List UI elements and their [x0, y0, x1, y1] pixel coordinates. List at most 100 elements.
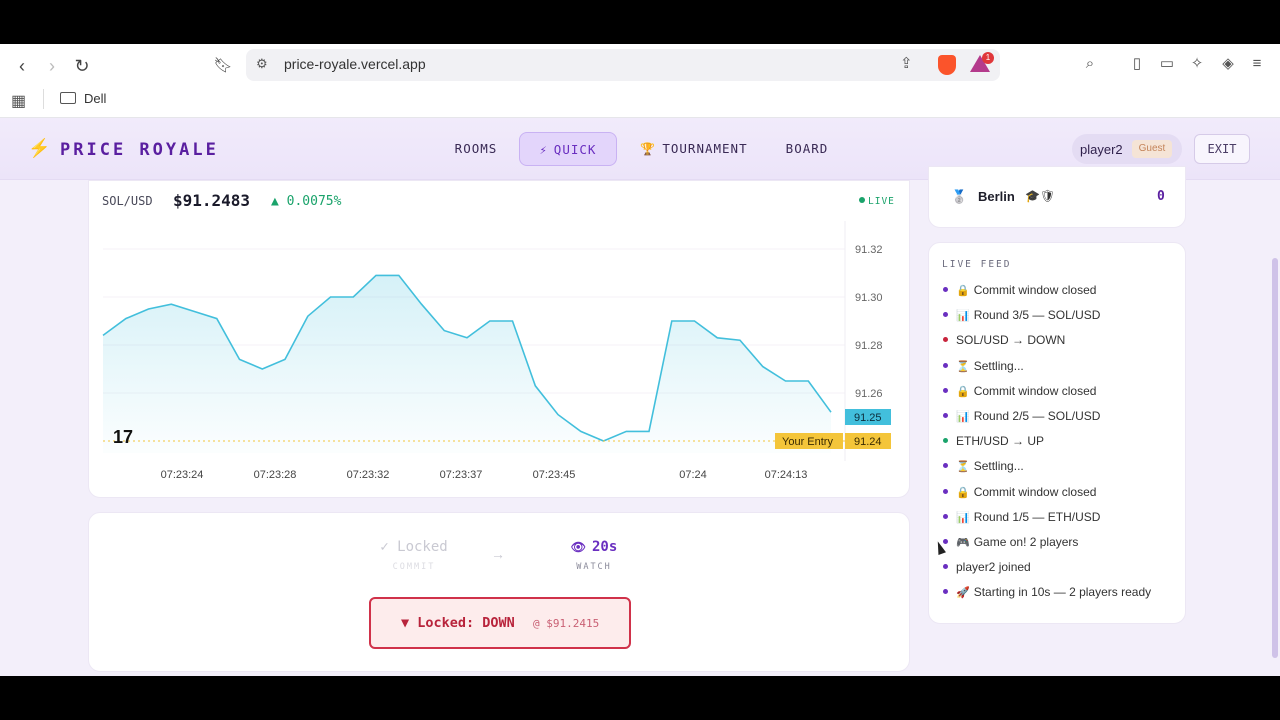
- forward-icon[interactable]: ›: [40, 54, 64, 78]
- x-tick-label: 07:24: [679, 469, 707, 481]
- feed-dot: [943, 564, 948, 570]
- feed-text: player2 joined: [956, 560, 1031, 574]
- medal-icon: 🥈: [951, 189, 968, 204]
- back-icon[interactable]: ‹: [10, 54, 34, 78]
- price-chart[interactable]: 91.32 91.30 91.28 91.26 91.25 Your Entry 91.24…: [89, 221, 909, 497]
- player-name: Berlin: [978, 189, 1015, 204]
- wallet-icon[interactable]: ▭: [1157, 54, 1177, 74]
- feed-text: 🚀 Starting in 10s — 2 players ready: [956, 585, 1151, 599]
- locked-price: @ $91.2415: [533, 617, 600, 630]
- live-dot: [859, 197, 865, 203]
- feed-message: Game on! 2 players: [973, 534, 1079, 549]
- feed-message: Settling...: [973, 358, 1024, 373]
- feed-item: ⏳ Settling...: [941, 359, 1181, 384]
- y-tick-label: 91.30: [855, 292, 883, 304]
- exit-button[interactable]: EXIT: [1194, 134, 1250, 164]
- ranking-card: 🥈 Berlin 🎓🛡 0: [928, 166, 1186, 228]
- player-score: 0: [1157, 189, 1165, 204]
- feed-text: 📊 Round 1/5 — ETH/USD: [956, 510, 1100, 524]
- price-area: [103, 275, 831, 453]
- feed-dot: [943, 337, 948, 343]
- username: player2: [1080, 142, 1123, 157]
- letterbox-top: [0, 0, 1280, 44]
- watch-step: 👁 20s WATCH: [549, 539, 639, 572]
- brave-shield-icon[interactable]: [938, 55, 956, 75]
- feed-text: 🔒 Commit window closed: [956, 384, 1096, 398]
- x-tick-label: 07:23:24: [161, 469, 204, 481]
- commit-step-label: ✓ Locked: [380, 539, 448, 555]
- feed-item: ⏳ Settling...: [941, 459, 1181, 484]
- feed-text: ⏳ Settling...: [956, 359, 1024, 373]
- folder-icon[interactable]: [60, 92, 76, 104]
- commit-step-sub: COMMIT: [392, 562, 436, 572]
- feed-message: Round 2/5 — SOL/USD: [973, 408, 1101, 423]
- app-viewport: ⚡ PRICE ROYALE ROOMS ⚡ QUICK 🏆 TOURNAMENT …: [0, 118, 1280, 676]
- menu-icon[interactable]: ≡: [1247, 54, 1267, 74]
- feed-text: 🎮 Game on! 2 players: [956, 535, 1078, 549]
- feed-dot: [943, 412, 948, 418]
- feed-dot: [943, 287, 948, 292]
- address-bar[interactable]: ⚙ price-royale.vercel.app ⇪ 1: [246, 49, 1000, 81]
- feed-emoji-icon: 🔒: [956, 385, 970, 398]
- y-tick-label: 91.28: [855, 340, 883, 352]
- tab-board[interactable]: BOARD: [778, 132, 836, 166]
- tab-quick-label: QUICK: [553, 142, 597, 157]
- site-settings-icon[interactable]: ⚙: [256, 56, 268, 72]
- feed-item: ETH/USD → UP: [941, 434, 1181, 459]
- apps-grid-icon[interactable]: ▦: [11, 91, 26, 111]
- tab-rooms-label: ROOMS: [454, 141, 498, 156]
- user-pill[interactable]: player2 Guest: [1072, 134, 1182, 164]
- tab-search-icon[interactable]: ⌕: [1080, 54, 1100, 74]
- watch-step-sub: WATCH: [576, 562, 612, 572]
- watch-timer: 20s: [591, 539, 618, 555]
- feed-item: SOL/USD → DOWN: [941, 333, 1181, 358]
- feed-emoji-icon: 📊: [956, 511, 970, 524]
- feed-item: 🎮 Game on! 2 players: [941, 535, 1181, 560]
- sidebar-icon[interactable]: ▯: [1127, 54, 1147, 74]
- feed-item: 📊 Round 3/5 — SOL/USD: [941, 308, 1181, 333]
- feed-dot: [943, 463, 948, 469]
- step-arrow: →: [491, 546, 505, 562]
- feed-message: Settling...: [973, 459, 1024, 474]
- feed-emoji-icon: 🎮: [956, 536, 970, 549]
- bolt-icon: ⚡: [539, 143, 548, 157]
- bookmark-icon[interactable]: 🔖︎: [211, 54, 235, 78]
- rewards-badge: 1: [982, 52, 994, 64]
- watch-step-label: 👁 20s: [549, 539, 639, 555]
- share-icon[interactable]: ⇪: [900, 54, 913, 72]
- feed-text: ⏳ Settling...: [956, 459, 1024, 473]
- commit-card: ✓ Locked COMMIT → 👁 20s WATCH ▼ Locked: D…: [88, 512, 910, 672]
- feed-text: 📊 Round 3/5 — SOL/USD: [956, 308, 1100, 322]
- bolt-logo-icon: ⚡: [28, 138, 51, 158]
- guest-badge: Guest: [1132, 140, 1172, 158]
- bookmark-folder-label[interactable]: Dell: [84, 91, 106, 106]
- feed-dot: [943, 438, 948, 444]
- feed-title: LIVE FEED: [942, 259, 1012, 270]
- feed-message: SOL/USD → DOWN: [956, 333, 1066, 348]
- feed-dot: [943, 488, 948, 494]
- feed-dot: [943, 362, 948, 368]
- eye-icon: 👁: [570, 540, 586, 554]
- price-change: ▲ 0.0075%: [271, 194, 342, 209]
- page-scrollbar[interactable]: [1272, 258, 1278, 658]
- feed-emoji-icon: 🔒: [956, 486, 970, 499]
- app-logo[interactable]: PRICE ROYALE: [60, 140, 219, 160]
- reload-icon[interactable]: ↻: [70, 54, 94, 78]
- url-text[interactable]: price-royale.vercel.app: [284, 56, 426, 72]
- feed-item: 🚀 Starting in 10s — 2 players ready: [941, 585, 1181, 610]
- feed-item: 📊 Round 1/5 — ETH/USD: [941, 510, 1181, 535]
- feed-text: 🔒 Commit window closed: [956, 283, 1096, 297]
- current-price: $91.2483: [173, 191, 251, 210]
- tab-quick[interactable]: ⚡ QUICK: [519, 132, 617, 166]
- feed-item: 🔒 Commit window closed: [941, 283, 1181, 308]
- tab-rooms[interactable]: ROOMS: [446, 132, 506, 166]
- feed-emoji-icon: 🔒: [956, 285, 970, 297]
- vpn-icon[interactable]: ◈: [1218, 54, 1238, 74]
- feed-dot: [943, 387, 948, 393]
- tab-tournament[interactable]: 🏆 TOURNAMENT: [634, 132, 754, 166]
- x-tick-label: 07:23:28: [254, 469, 297, 481]
- feed-dot: [943, 538, 948, 544]
- tab-tournament-label: TOURNAMENT: [662, 141, 748, 156]
- locked-prediction: ▼ Locked: DOWN @ $91.2415: [369, 597, 631, 649]
- leo-ai-icon[interactable]: ✧: [1187, 54, 1207, 74]
